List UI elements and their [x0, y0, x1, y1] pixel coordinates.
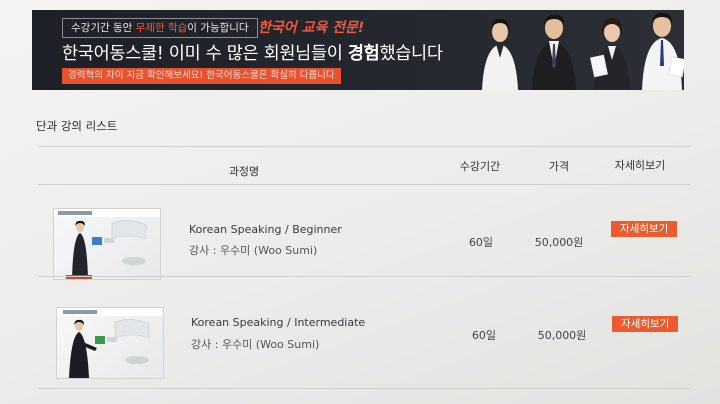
- detail-button[interactable]: 자세히보기: [611, 221, 678, 237]
- course-instructor: 강사 : 우수미 (Woo Sumi): [191, 338, 320, 351]
- unlimited-notice: 수강기간 동안 무제한 학습이 가능합니다: [62, 18, 258, 38]
- person-4: [642, 12, 684, 90]
- course-period: 60일: [468, 236, 494, 249]
- thumbnail-image: [57, 308, 163, 378]
- course-price: 50,000원: [534, 236, 584, 249]
- notice-post: 이 가능합니다: [187, 22, 249, 34]
- course-price: 50,000원: [537, 329, 587, 342]
- course-thumbnail[interactable]: [53, 208, 161, 280]
- section-title: 단과 강의 리스트: [36, 119, 118, 133]
- course-title[interactable]: Korean Speaking / Intermediate: [191, 316, 365, 329]
- detail-button[interactable]: 자세히보기: [612, 316, 679, 332]
- notice-pre: 수강기간 동안: [71, 22, 136, 34]
- table-row: Korean Speaking / Beginner 강사 : 우수미 (Woo…: [38, 185, 690, 281]
- banner-sub-badge: 경력혁의 차이 지금 확인해보세요! 한국어동스쿨은 확실히 다릅니다: [62, 68, 341, 84]
- person-1: [482, 18, 518, 90]
- header-course: 과정명: [228, 165, 260, 178]
- header-price: 가격: [548, 160, 570, 173]
- header-period: 수강기간: [459, 160, 501, 173]
- header-detail: 자세히보기: [614, 159, 666, 172]
- course-period: 60일: [471, 329, 497, 342]
- headline-post: 했습니다: [379, 44, 443, 64]
- promo-banner[interactable]: 수강기간 동안 무제한 학습이 가능합니다 한국어 교육 전문! 한국어동스쿨!…: [32, 10, 684, 90]
- course-thumbnail[interactable]: [56, 307, 164, 379]
- headline-pre: 한국어동스쿨! 이미 수 많은 회원님들이: [62, 44, 348, 64]
- course-instructor: 강사 : 우수미 (Woo Sumi): [189, 244, 318, 257]
- person-3: [590, 18, 630, 90]
- row-divider: [38, 388, 690, 389]
- banner-tagline: 한국어 교육 전문!: [258, 20, 365, 36]
- thumbnail-image: [54, 209, 160, 279]
- notice-highlight: 무제한 학습: [135, 22, 188, 34]
- banner-headline: 한국어동스쿨! 이미 수 많은 회원님들이 경험했습니다: [62, 40, 443, 65]
- headline-bold: 경험: [347, 44, 380, 64]
- table-top-rule: [38, 146, 690, 147]
- person-2: [532, 14, 576, 90]
- instructors-photo: [482, 12, 684, 90]
- course-title[interactable]: Korean Speaking / Beginner: [189, 223, 342, 236]
- table-row: Korean Speaking / Intermediate 강사 : 우수미 …: [38, 277, 690, 379]
